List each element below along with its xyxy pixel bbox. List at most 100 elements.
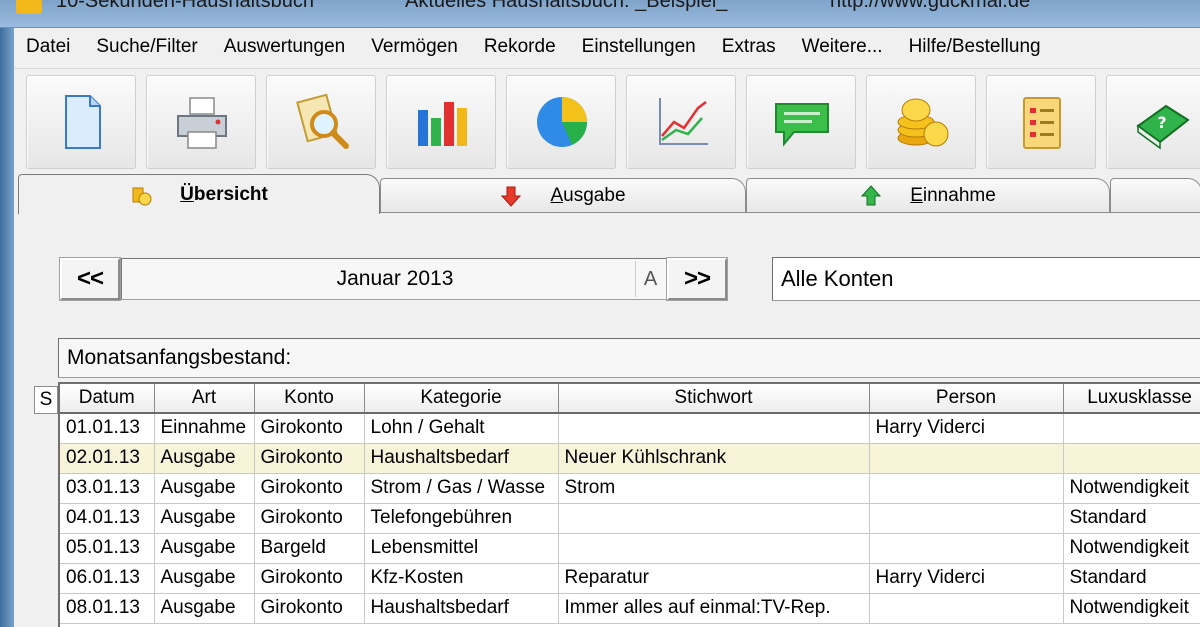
cell-konto: Girokonto bbox=[254, 593, 365, 624]
svg-text:?: ? bbox=[1157, 113, 1166, 132]
cell-konto: Girokonto bbox=[254, 413, 365, 444]
cell-kategorie: Lohn / Gehalt bbox=[364, 413, 559, 444]
cell-datum: 01.01.13 bbox=[60, 413, 155, 444]
new-document-button[interactable] bbox=[26, 75, 136, 169]
cell-kategorie: Strom / Gas / Wasse bbox=[364, 473, 559, 504]
bar-chart-icon bbox=[418, 102, 467, 146]
website-url: http://www.guckmal.de bbox=[830, 0, 1031, 12]
cell-kategorie: Haushaltsbedarf bbox=[364, 593, 559, 624]
title-bar: 10-Sekunden-Haushaltsbuch Aktuelles Haus… bbox=[0, 0, 1200, 28]
printer-icon bbox=[177, 97, 227, 149]
cell-stichwort: Reparatur bbox=[558, 563, 870, 594]
menu-auswertungen[interactable]: Auswertungen bbox=[211, 28, 358, 66]
document-icon bbox=[65, 95, 101, 149]
transactions-grid: Datum Art Konto Kategorie Stichwort Pers… bbox=[58, 382, 1200, 627]
line-chart-icon bbox=[659, 98, 708, 145]
cell-kategorie: Telefongebühren bbox=[364, 503, 559, 534]
coins-small-icon bbox=[132, 187, 152, 205]
cell-kategorie: Haushaltsbedarf bbox=[364, 443, 559, 474]
cell-person bbox=[869, 503, 1064, 534]
menu-datei[interactable]: Datei bbox=[14, 28, 83, 66]
cell-stichwort bbox=[558, 503, 870, 534]
menu-vermoegen[interactable]: Vermögen bbox=[358, 28, 471, 66]
opening-balance-field: Monatsanfangsbestand: bbox=[58, 338, 1200, 378]
app-title: 10-Sekunden-Haushaltsbuch bbox=[56, 0, 314, 12]
cell-datum: 02.01.13 bbox=[60, 443, 155, 474]
tab-more[interactable] bbox=[1110, 178, 1200, 212]
cell-konto: Bargeld bbox=[254, 533, 365, 564]
month-suffix[interactable]: A bbox=[635, 261, 665, 297]
bar-chart-button[interactable] bbox=[386, 75, 496, 169]
grid-header-row: Datum Art Konto Kategorie Stichwort Pers… bbox=[60, 384, 1200, 414]
cell-person: Harry Viderci bbox=[869, 413, 1064, 444]
main-window: Datei Suche/Filter Auswertungen Vermögen… bbox=[14, 28, 1200, 627]
cell-luxusklasse bbox=[1063, 443, 1200, 474]
table-row[interactable]: 05.01.13 Ausgabe Bargeld Lebensmittel No… bbox=[60, 533, 1200, 564]
cell-person bbox=[869, 593, 1064, 624]
cell-person bbox=[869, 533, 1064, 564]
line-chart-button[interactable] bbox=[626, 75, 736, 169]
tab-ausgabe[interactable]: Ausgabe bbox=[380, 178, 746, 212]
pie-chart-icon bbox=[537, 97, 588, 147]
cell-konto: Girokonto bbox=[254, 443, 365, 474]
magnifier-icon bbox=[296, 93, 349, 149]
column-header-luxusklasse[interactable]: Luxusklasse bbox=[1063, 384, 1200, 414]
column-header-kategorie[interactable]: Kategorie bbox=[364, 384, 559, 414]
tab-bar: Übersicht Ausgabe Einnahme bbox=[14, 174, 1200, 214]
comment-button[interactable] bbox=[746, 75, 856, 169]
pie-chart-button[interactable] bbox=[506, 75, 616, 169]
column-header-stichwort[interactable]: Stichwort bbox=[558, 384, 870, 414]
menu-suche-filter[interactable]: Suche/Filter bbox=[83, 28, 210, 66]
window-edge bbox=[0, 28, 14, 627]
account-select[interactable]: Alle Konten bbox=[772, 257, 1200, 301]
cell-art: Ausgabe bbox=[154, 503, 255, 534]
column-header-datum[interactable]: Datum bbox=[60, 384, 155, 414]
cell-art: Ausgabe bbox=[154, 473, 255, 504]
column-header-person[interactable]: Person bbox=[869, 384, 1064, 414]
print-button[interactable] bbox=[146, 75, 256, 169]
app-icon bbox=[16, 0, 42, 14]
cell-datum: 08.01.13 bbox=[60, 593, 155, 624]
table-row[interactable]: 02.01.13 Ausgabe Girokonto Haushaltsbeda… bbox=[60, 443, 1200, 474]
cell-art: Einnahme bbox=[154, 413, 255, 444]
column-header-konto[interactable]: Konto bbox=[254, 384, 365, 414]
coins-button[interactable] bbox=[866, 75, 976, 169]
checklist-button[interactable] bbox=[986, 75, 1096, 169]
table-row[interactable]: 08.01.13 Ausgabe Girokonto Haushaltsbeda… bbox=[60, 593, 1200, 624]
cell-stichwort: Immer alles auf einmal:TV-Rep. bbox=[558, 593, 870, 624]
cell-art: Ausgabe bbox=[154, 593, 255, 624]
cell-kategorie: Lebensmittel bbox=[364, 533, 559, 564]
tab-einnahme[interactable]: Einnahme bbox=[746, 178, 1110, 212]
menu-hilfe-bestellung[interactable]: Hilfe/Bestellung bbox=[896, 28, 1054, 66]
table-row[interactable]: 06.01.13 Ausgabe Girokonto Kfz-Kosten Re… bbox=[60, 563, 1200, 594]
cell-luxusklasse: Notwendigkeit bbox=[1063, 473, 1200, 504]
cell-datum: 06.01.13 bbox=[60, 563, 155, 594]
tab-uebersicht[interactable]: Übersicht bbox=[18, 174, 380, 214]
checklist-icon bbox=[1023, 97, 1061, 149]
cell-art: Ausgabe bbox=[154, 443, 255, 474]
column-header-art[interactable]: Art bbox=[154, 384, 255, 414]
previous-month-button[interactable]: << bbox=[59, 257, 121, 301]
search-button[interactable] bbox=[266, 75, 376, 169]
coins-icon bbox=[897, 98, 949, 147]
menu-einstellungen[interactable]: Einstellungen bbox=[569, 28, 709, 66]
menu-extras[interactable]: Extras bbox=[709, 28, 789, 66]
cell-datum: 05.01.13 bbox=[60, 533, 155, 564]
menu-rekorde[interactable]: Rekorde bbox=[471, 28, 569, 66]
table-row[interactable]: 01.01.13 Einnahme Girokonto Lohn / Gehal… bbox=[60, 413, 1200, 444]
tab-bar-line bbox=[378, 212, 1200, 213]
table-row[interactable]: 03.01.13 Ausgabe Girokonto Strom / Gas /… bbox=[60, 473, 1200, 504]
cell-luxusklasse: Standard bbox=[1063, 503, 1200, 534]
next-month-button[interactable]: >> bbox=[666, 257, 728, 301]
cell-luxusklasse: Standard bbox=[1063, 563, 1200, 594]
cell-luxusklasse: Notwendigkeit bbox=[1063, 593, 1200, 624]
cell-konto: Girokonto bbox=[254, 473, 365, 504]
menu-weitere[interactable]: Weitere... bbox=[789, 28, 896, 66]
table-row[interactable]: 04.01.13 Ausgabe Girokonto Telefongebühr… bbox=[60, 503, 1200, 534]
help-button[interactable]: ? bbox=[1106, 75, 1200, 169]
speech-bubble-icon bbox=[775, 103, 829, 147]
help-book-icon: ? bbox=[1136, 104, 1190, 150]
cell-person bbox=[869, 443, 1064, 474]
cell-person: Harry Viderci bbox=[869, 563, 1064, 594]
cell-konto: Girokonto bbox=[254, 503, 365, 534]
